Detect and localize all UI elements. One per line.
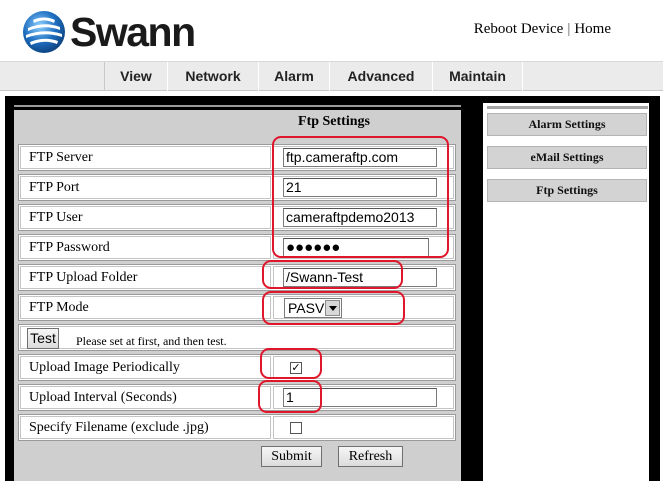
specify-filename-checkbox[interactable] bbox=[290, 422, 302, 434]
reboot-device-link[interactable]: Reboot Device bbox=[474, 21, 564, 37]
upload-interval-row: Upload Interval (Seconds) 1 bbox=[18, 384, 456, 411]
annotation-upload-interval bbox=[258, 380, 322, 413]
specify-filename-row: Specify Filename (exclude .jpg) bbox=[18, 414, 456, 441]
home-link[interactable]: Home bbox=[574, 21, 611, 37]
annotation-ftp-mode bbox=[262, 291, 405, 325]
ftp-mode-label: FTP Mode bbox=[20, 296, 271, 319]
sidebar-rule bbox=[487, 106, 648, 109]
title-rule bbox=[14, 105, 461, 107]
upload-periodic-label: Upload Image Periodically bbox=[20, 356, 271, 379]
annotation-server-credentials bbox=[272, 136, 449, 258]
swann-logo[interactable]: Swann bbox=[22, 9, 196, 55]
refresh-button[interactable]: Refresh bbox=[338, 446, 403, 467]
annotation-upload-periodic bbox=[260, 348, 322, 379]
test-row: Test Please set at first, and then test. bbox=[18, 324, 456, 351]
nav-advanced[interactable]: Advanced bbox=[329, 62, 432, 91]
ftp-upload-folder-label: FTP Upload Folder bbox=[20, 266, 271, 289]
upload-interval-label: Upload Interval (Seconds) bbox=[20, 386, 271, 409]
sidebar-item-ftp-settings[interactable]: Ftp Settings bbox=[487, 179, 647, 202]
sidebar-item-alarm-settings[interactable]: Alarm Settings bbox=[487, 113, 647, 136]
test-cell: Test Please set at first, and then test. bbox=[20, 326, 454, 349]
nav-view[interactable]: View bbox=[104, 62, 167, 91]
ftp-password-label: FTP Password bbox=[20, 236, 271, 259]
upload-periodic-row: Upload Image Periodically ✓ bbox=[18, 354, 456, 381]
sidebar-item-email-settings[interactable]: eMail Settings bbox=[487, 146, 647, 169]
ftp-server-label: FTP Server bbox=[20, 146, 271, 169]
page-title: Ftp Settings bbox=[298, 114, 370, 129]
top-links: Reboot Device | Home bbox=[474, 21, 611, 38]
nav-network[interactable]: Network bbox=[167, 62, 258, 91]
annotation-upload-folder bbox=[262, 260, 403, 289]
ftp-user-label: FTP User bbox=[20, 206, 271, 229]
specify-filename-cell bbox=[273, 416, 454, 439]
nav-maintain[interactable]: Maintain bbox=[432, 62, 523, 91]
brand-name: Swann bbox=[70, 9, 196, 55]
link-separator: | bbox=[567, 21, 571, 37]
main-nav: View Network Alarm Advanced Maintain bbox=[0, 62, 663, 91]
page-header: Swann Reboot Device | Home bbox=[0, 0, 663, 62]
specify-filename-label: Specify Filename (exclude .jpg) bbox=[20, 416, 271, 439]
swann-globe-logo-icon bbox=[22, 10, 66, 54]
test-hint: Please set at first, and then test. bbox=[76, 334, 227, 348]
submit-button[interactable]: Submit bbox=[261, 446, 322, 467]
nav-alarm[interactable]: Alarm bbox=[258, 62, 329, 91]
test-button[interactable]: Test bbox=[27, 328, 59, 349]
ftp-port-label: FTP Port bbox=[20, 176, 271, 199]
